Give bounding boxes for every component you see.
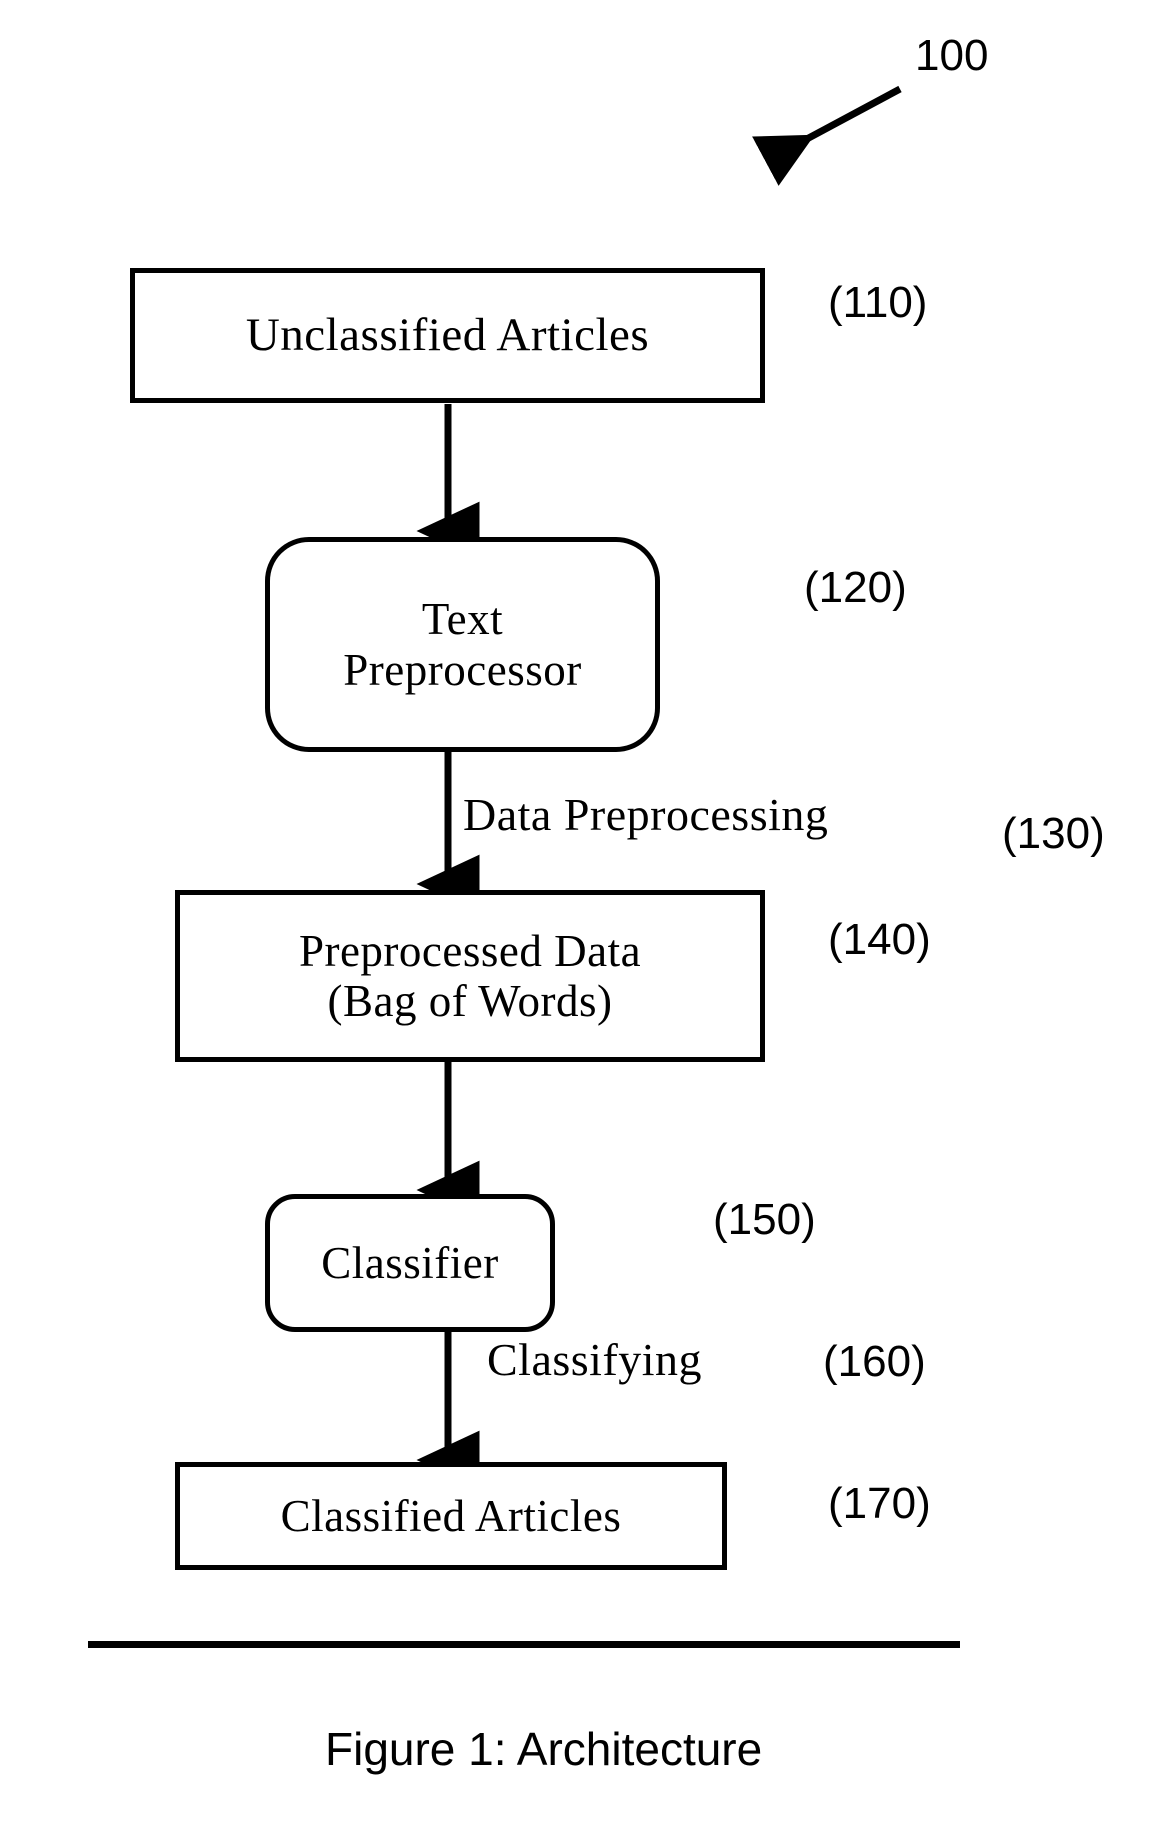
- node-reference-120: (120): [804, 563, 907, 612]
- edge-label-classifying: Classifying: [487, 1334, 703, 1385]
- leader-line-100: [752, 85, 902, 186]
- node-reference-110: (110): [828, 278, 928, 327]
- node-classified-articles[interactable]: Classified Articles: [175, 1462, 727, 1570]
- node-classifier-label: Classifier: [321, 1237, 499, 1288]
- node-reference-170: (170): [828, 1479, 931, 1528]
- node-preprocessed-data-label: Preprocessed Data (Bag of Words): [299, 926, 641, 1027]
- node-reference-150: (150): [713, 1195, 816, 1244]
- edge-reference-160: (160): [823, 1337, 926, 1386]
- node-preprocessed-data[interactable]: Preprocessed Data (Bag of Words): [175, 890, 765, 1062]
- edge-reference-130: (130): [1002, 809, 1105, 858]
- node-text-preprocessor-label: Text Preprocessor: [343, 594, 581, 695]
- node-classified-articles-label: Classified Articles: [280, 1490, 622, 1541]
- figure-page: 100 Unclassified Articles (110) Text Pre…: [0, 0, 1167, 1833]
- node-text-preprocessor-line1: Text: [421, 594, 504, 645]
- node-text-preprocessor[interactable]: Text Preprocessor: [265, 537, 660, 752]
- node-unclassified-articles-label: Unclassified Articles: [245, 309, 650, 362]
- node-reference-140: (140): [828, 915, 931, 964]
- caption-divider-rule: [88, 1641, 960, 1648]
- node-preprocessed-data-line1: Preprocessed Data: [298, 925, 642, 976]
- node-preprocessed-data-line2: (Bag of Words): [327, 976, 613, 1026]
- node-text-preprocessor-line2: Preprocessor: [343, 644, 582, 695]
- node-unclassified-articles[interactable]: Unclassified Articles: [130, 268, 765, 403]
- edge-label-data-preprocessing: Data Preprocessing: [463, 789, 829, 840]
- figure-caption: Figure 1: Architecture: [325, 1723, 763, 1775]
- node-classifier[interactable]: Classifier: [265, 1194, 555, 1332]
- figure-reference-100: 100: [915, 31, 989, 80]
